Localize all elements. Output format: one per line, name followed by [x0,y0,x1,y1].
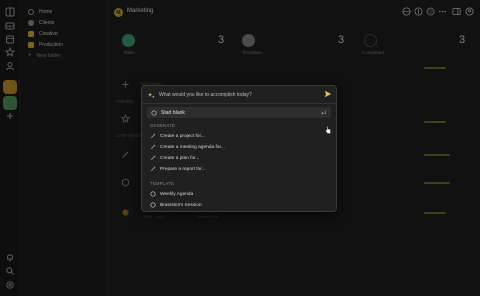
send-icon[interactable] [324,90,332,98]
new-project-popup: Start blank GENERATE Create a project fo… [141,85,337,212]
magic-wand-icon [150,133,156,139]
generate-item-report[interactable]: Prepare a report for... [150,165,206,173]
template-icon [150,202,156,208]
start-blank-option[interactable]: Start blank [147,107,331,118]
template-item-label: Brainstorm Session [160,202,202,208]
sparkle-icon [148,92,155,99]
generate-item-label: Create a plan for... [160,155,200,161]
circle-icon [151,110,157,116]
template-item-weekly-agenda[interactable]: Weekly Agenda [150,190,193,198]
generate-item-label: Prepare a report for... [160,166,206,172]
template-icon [150,191,156,197]
divider [142,103,336,104]
prompt-input[interactable] [159,91,319,99]
hand-cursor-icon [325,126,331,134]
magic-wand-icon [150,155,156,161]
template-item-label: Weekly Agenda [160,191,194,197]
generate-item-label: Create a meeting agenda for... [160,144,225,150]
generate-section-header: GENERATE [150,123,176,128]
generate-item-project[interactable]: Create a project for... [150,132,205,140]
start-blank-label: Start blank [161,109,185,116]
enter-key-icon [320,109,327,116]
generate-item-agenda[interactable]: Create a meeting agenda for... [150,143,225,151]
generate-item-label: Create a project for... [160,133,205,139]
magic-wand-icon [150,144,156,150]
template-section-header: TEMPLATE [150,181,175,186]
generate-item-plan[interactable]: Create a plan for... [150,154,199,162]
template-item-brainstorm[interactable]: Brainstorm Session [150,201,202,209]
magic-wand-icon [150,166,156,172]
prompt-row [148,90,332,100]
